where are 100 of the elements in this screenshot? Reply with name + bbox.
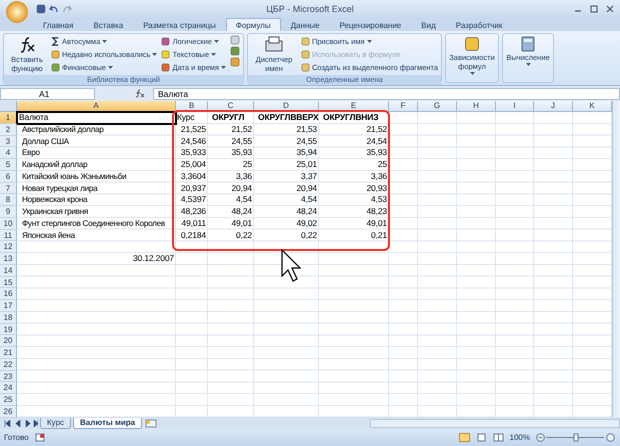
- table-cell-text: 21,53: [295, 124, 318, 136]
- table-cell-text: 21,52: [365, 124, 388, 136]
- ribbon-tab[interactable]: Разработчик: [446, 18, 512, 31]
- table-cell-text: 48,236: [180, 206, 207, 218]
- column-header[interactable]: G: [418, 101, 457, 112]
- row-header[interactable]: 13: [0, 253, 17, 265]
- table-cell-text: Австралийский доллар: [21, 124, 105, 136]
- table-cell-text: 24,546: [180, 136, 207, 148]
- status-text: Готово: [4, 433, 29, 442]
- table-cell-text: ОКРУГЛВНИЗ: [322, 112, 380, 124]
- ribbon-tab[interactable]: Вставка: [83, 18, 134, 31]
- column-header[interactable]: J: [534, 101, 573, 112]
- table-cell-text: 25,004: [180, 159, 207, 171]
- table-cell-text: ОКРУГЛ: [211, 112, 246, 124]
- sheet-tab[interactable]: Курс: [40, 418, 72, 428]
- table-cell-text: ОКРУГЛВВЕРХ: [257, 112, 319, 124]
- sigma-icon: [51, 36, 60, 46]
- row-header[interactable]: 8: [0, 194, 17, 206]
- table-cell-text: 0,22: [300, 230, 318, 242]
- row-header[interactable]: 10: [0, 218, 17, 230]
- table-cell-text: Украинская гривня: [21, 206, 90, 218]
- name-box[interactable]: A1: [0, 88, 95, 100]
- table-cell-text: Евро: [21, 147, 41, 159]
- row-header[interactable]: 18: [0, 312, 17, 324]
- row-header[interactable]: 24: [0, 382, 17, 394]
- row-header[interactable]: 11: [0, 230, 17, 242]
- column-header[interactable]: K: [573, 101, 612, 112]
- normal-view-icon[interactable]: [458, 433, 470, 442]
- table-cell-text: 24,54: [365, 136, 388, 148]
- table-cell-text: Доллар США: [21, 136, 70, 148]
- row-header[interactable]: 5: [0, 159, 17, 171]
- row-header[interactable]: 12: [0, 241, 17, 253]
- row-header[interactable]: 21: [0, 347, 17, 359]
- table-cell-text: 21,52: [230, 124, 253, 136]
- table-cell-text: Норвежская крона: [21, 194, 88, 206]
- table-cell-text: 20,94: [295, 182, 318, 194]
- row-header[interactable]: 16: [0, 288, 17, 300]
- row-header[interactable]: 2: [0, 124, 17, 136]
- row-header[interactable]: 15: [0, 276, 17, 288]
- caret-icon: [470, 72, 475, 75]
- row-header[interactable]: 4: [0, 147, 17, 159]
- table-cell-text: 4,5397: [180, 194, 207, 206]
- table-cell-text: 48,24: [295, 206, 318, 218]
- ribbon-tab[interactable]: Рецензирование: [329, 18, 412, 31]
- row-header[interactable]: 23: [0, 370, 17, 382]
- table-cell-text: 3,36: [370, 170, 388, 182]
- row-header[interactable]: 26: [0, 406, 17, 418]
- row-header[interactable]: 3: [0, 136, 17, 148]
- row-header[interactable]: 6: [0, 170, 17, 182]
- column-header[interactable]: I: [496, 101, 534, 112]
- close-icon[interactable]: [606, 5, 614, 13]
- page-layout-icon[interactable]: [476, 433, 487, 442]
- table-cell: Валюта: [17, 112, 176, 124]
- column-header[interactable]: A: [17, 101, 176, 112]
- row-header[interactable]: 14: [0, 264, 17, 276]
- zoom-slider[interactable]: [536, 433, 616, 442]
- zoom-level: 100%: [510, 433, 530, 442]
- function-icon[interactable]: [135, 89, 145, 98]
- row-header[interactable]: 20: [0, 335, 17, 347]
- table-cell-text: 48,23: [365, 206, 388, 218]
- table-cell-text: Курс: [176, 112, 196, 124]
- table-cell-text: 24,55: [230, 136, 253, 148]
- table-cell-text: 25: [376, 159, 388, 171]
- table-cell-text: 35,93: [365, 147, 388, 159]
- mouse-pointer-icon: [281, 249, 301, 285]
- caret-icon: [102, 40, 108, 42]
- row-header[interactable]: 1: [0, 112, 17, 124]
- sheet-navigation-icon[interactable]: [4, 420, 38, 426]
- caret-icon: [220, 66, 226, 68]
- table-cell-text: 49,02: [295, 218, 318, 230]
- macro-record-icon[interactable]: [34, 433, 45, 442]
- caret-icon: [108, 66, 113, 68]
- row-header[interactable]: 25: [0, 394, 17, 406]
- row-header[interactable]: 19: [0, 324, 17, 336]
- maximize-icon[interactable]: [590, 5, 598, 13]
- sheet-tab[interactable]: Валюты мира: [73, 418, 142, 428]
- new-sheet-icon[interactable]: [144, 418, 158, 428]
- row-header[interactable]: 17: [0, 300, 17, 312]
- table-cell-text: 49,01: [365, 218, 388, 230]
- ribbon-tab[interactable]: Разметка страницы: [133, 18, 226, 31]
- table-cell-text: 3,3604: [180, 170, 207, 182]
- table-cell-text: 4,54: [235, 194, 253, 206]
- vertical-scrollbar[interactable]: [612, 101, 620, 417]
- row-header[interactable]: 22: [0, 358, 17, 370]
- row-header[interactable]: 9: [0, 206, 17, 218]
- table-cell-text: 49,01: [230, 218, 253, 230]
- column-header[interactable]: H: [457, 101, 496, 112]
- ribbon-tab[interactable]: Данные: [280, 18, 330, 31]
- table-cell-text: 0,22: [235, 230, 253, 242]
- table-cell-text: Японская йена: [21, 230, 76, 242]
- table-cell-text: 4,53: [370, 194, 388, 206]
- row-header[interactable]: 7: [0, 182, 17, 194]
- horizontal-scrollbar[interactable]: [370, 418, 620, 428]
- column-header[interactable]: F: [389, 101, 418, 112]
- page-break-icon[interactable]: [492, 433, 504, 442]
- formula-field[interactable]: Валюта: [153, 88, 620, 100]
- ribbon-tab[interactable]: Главная: [33, 18, 84, 31]
- undo-icon[interactable]: [49, 4, 59, 14]
- ribbon-tab[interactable]: Вид: [411, 18, 446, 31]
- ribbon-tab[interactable]: Формулы: [226, 18, 281, 31]
